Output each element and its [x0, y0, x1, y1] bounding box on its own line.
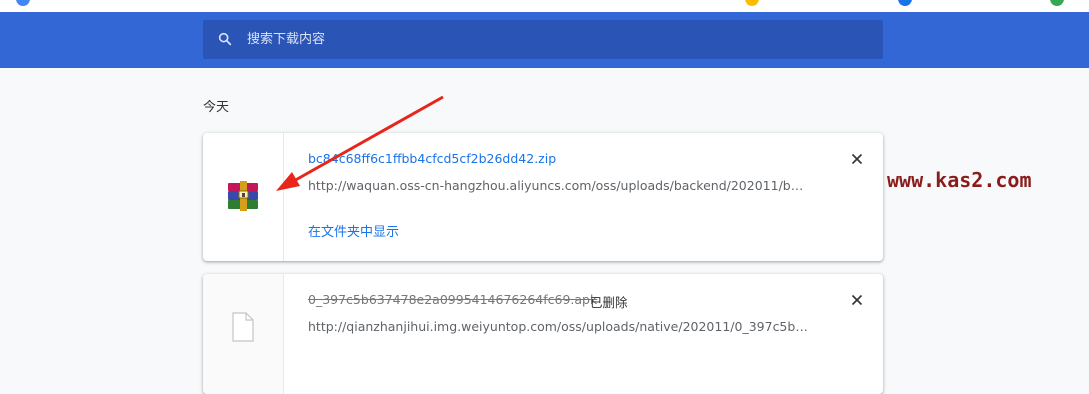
file-icon-cell: [203, 133, 284, 261]
date-section-label: 今天: [203, 100, 230, 115]
file-icon-cell: [203, 274, 284, 394]
download-item: bc84c68ff6c1ffbb4cfcd5cf2b26dd42.zip htt…: [203, 133, 883, 261]
bookmark-icon: [16, 0, 30, 6]
generic-file-icon: [232, 312, 254, 342]
source-url[interactable]: http://waquan.oss-cn-hangzhou.aliyuncs.c…: [308, 178, 808, 193]
close-icon[interactable]: [847, 290, 867, 310]
source-url[interactable]: http://qianzhanjihui.img.weiyuntop.com/o…: [308, 319, 808, 334]
show-in-folder-link[interactable]: 在文件夹中显示: [308, 221, 399, 240]
search-input[interactable]: [247, 20, 847, 59]
download-item: 0_397c5b637478e2a0995414676264fc69.apk 已…: [203, 274, 883, 394]
browser-top-strip: [0, 0, 1089, 12]
bookmark-icon: [745, 0, 759, 6]
file-name-link[interactable]: bc84c68ff6c1ffbb4cfcd5cf2b26dd42.zip: [308, 151, 556, 166]
status-badge: 已删除: [590, 295, 628, 310]
file-name-deleted: 0_397c5b637478e2a0995414676264fc69.apk: [308, 292, 598, 307]
winrar-archive-icon: [228, 181, 258, 211]
bookmark-icon: [1050, 0, 1064, 6]
search-box[interactable]: [203, 20, 883, 59]
watermark-text: www.kas2.com: [887, 168, 1032, 192]
bookmark-icon: [898, 0, 912, 6]
downloads-toolbar: [0, 12, 1089, 68]
search-icon[interactable]: [217, 31, 233, 47]
close-icon[interactable]: [847, 149, 867, 169]
